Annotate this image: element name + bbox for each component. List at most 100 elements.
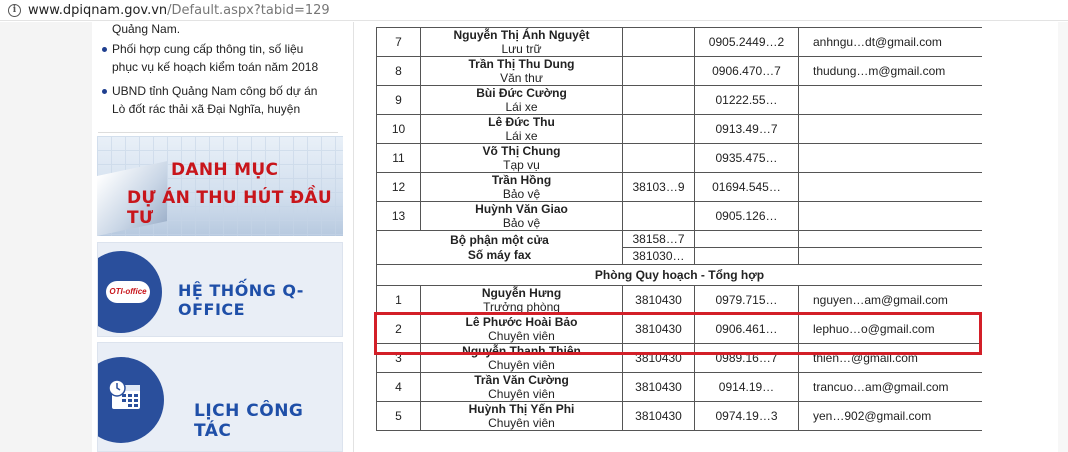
person-name: Lê Đức Thu [488, 115, 555, 130]
news-item[interactable]: Phối hợp cung cấp thông tin, số liệu phụ… [100, 40, 332, 76]
info-icon[interactable]: i [8, 3, 21, 17]
office-phone [622, 85, 695, 115]
address-bar[interactable]: i www.dpiqnam.gov.vn/Default.aspx?tabid=… [0, 0, 1068, 21]
news-list: Quảng Nam. Phối hợp cung cấp thông tin, … [92, 22, 354, 133]
person-position: Lưu trữ [501, 42, 542, 56]
office-phone: 3810430 [622, 372, 695, 402]
person-name: Nguyễn Thanh Thiên [462, 344, 581, 359]
row-number: 8 [376, 56, 421, 86]
person-cell: Lê Đức Thu Lái xe [420, 114, 623, 144]
calendar-clock-icon [108, 379, 140, 409]
row-number: 1 [376, 285, 421, 315]
person-position: Văn thư [500, 71, 543, 85]
person-name: Trần Hồng [491, 173, 552, 188]
person-name: Nguyễn Thị Ánh Nguyệt [453, 28, 590, 43]
person-position: Chuyên viên [488, 416, 555, 430]
mobile-phone: 0979.715… [694, 285, 799, 315]
banner-title-line1: DANH MỤC [171, 160, 279, 180]
phone-cell: 38158…7 [622, 230, 695, 248]
table-row: 8 Trần Thị Thu Dung Văn thư 0906.470…7 thudu… [376, 56, 982, 86]
person-cell: Bùi Đức Cường Lái xe [420, 85, 623, 115]
email-address[interactable] [798, 172, 982, 202]
news-item[interactable]: UBND tỉnh Quảng Nam công bố dự án Lò đốt… [100, 82, 332, 118]
mobile-phone: 0989.16…7 [694, 343, 799, 373]
table-row: 4 Trần Văn Cường Chuyên viên 3810430 0914.19… [376, 372, 982, 402]
person-position: Trưởng phòng [483, 300, 560, 314]
person-name: Bùi Đức Cường [476, 86, 567, 101]
person-cell: Nguyễn Thanh Thiên Chuyên viên [420, 343, 623, 373]
person-cell: Trần Hồng Bảo vệ [420, 172, 623, 202]
person-name: Võ Thị Chung [482, 144, 561, 159]
row-number: 2 [376, 314, 421, 344]
email-address[interactable]: trancuo…am@gmail.com [798, 372, 982, 402]
row-number: 13 [376, 201, 421, 231]
department-name: Bộ phận một cửa [450, 232, 549, 247]
person-position: Chuyên viên [488, 358, 555, 372]
person-name: Nguyễn Hưng [481, 286, 562, 301]
email-address[interactable]: nguyen…am@gmail.com [798, 285, 982, 315]
table-row: 12 Trần Hồng Bảo vệ 38103…9 01694.545… [376, 172, 982, 202]
person-name: Huỳnh Thị Yến Phi [468, 402, 575, 417]
section-title: Phòng Quy hoạch - Tổng hợp [376, 264, 982, 286]
person-name: Trần Thị Thu Dung [468, 57, 575, 72]
email-address[interactable] [798, 143, 982, 173]
person-position: Chuyên viên [488, 387, 555, 401]
email-address[interactable] [798, 114, 982, 144]
mobile-phone: 0914.19… [694, 372, 799, 402]
table-row: 9 Bùi Đức Cường Lái xe 01222.55… [376, 85, 982, 115]
table-row: 2 Lê Phước Hoài Bảo Chuyên viên 3810430 0906… [376, 314, 982, 344]
person-cell: Trần Thị Thu Dung Văn thư [420, 56, 623, 86]
row-number: 9 [376, 85, 421, 115]
one-stop-department-cell: Bộ phận một cửa Số máy fax [376, 230, 623, 265]
row-number: 12 [376, 172, 421, 202]
email-address[interactable]: yen…902@gmail.com [798, 401, 982, 431]
table-row: 11 Võ Thị Chung Tạp vụ 0935.475… [376, 143, 982, 173]
email-address[interactable]: thien…@gmail.com [798, 343, 982, 373]
person-position: Bảo vệ [502, 187, 541, 201]
banner-investment-projects[interactable]: DANH MỤC DỰ ÁN THU HÚT ĐẦU TƯ [97, 136, 343, 236]
office-phone [622, 201, 695, 231]
row-number: 5 [376, 401, 421, 431]
table-row: 7 Nguyễn Thị Ánh Nguyệt Lưu trữ 0905.2449…2… [376, 27, 982, 57]
mobile-phone: 0906.461… [694, 314, 799, 344]
mobile-phone: 0905.126… [694, 201, 799, 231]
office-phone: 3810430 [622, 343, 695, 373]
person-position: Chuyên viên [488, 329, 555, 343]
table-row: 1 Nguyễn Hưng Trưởng phòng 3810430 0979.715…… [376, 285, 982, 315]
person-cell: Huỳnh Thị Yến Phi Chuyên viên [420, 401, 623, 431]
row-number: 11 [376, 143, 421, 173]
mobile-phone: 0906.470…7 [694, 56, 799, 86]
person-name: Lê Phước Hoài Bảo [465, 315, 578, 330]
person-cell: Võ Thị Chung Tạp vụ [420, 143, 623, 173]
email-address[interactable] [798, 85, 982, 115]
q-office-logo: OTI-office [106, 281, 150, 303]
email-cell [798, 230, 982, 248]
person-name: Trần Văn Cường [474, 373, 569, 388]
email-address[interactable]: lephuo…o@gmail.com [798, 314, 982, 344]
person-cell: Lê Phước Hoài Bảo Chuyên viên [420, 314, 623, 344]
email-address[interactable]: thudung…m@gmail.com [798, 56, 982, 86]
office-phone: 3810430 [622, 285, 695, 315]
person-cell: Nguyễn Hưng Trưởng phòng [420, 285, 623, 315]
email-cell [798, 247, 982, 265]
page-right-edge [1058, 22, 1068, 452]
office-phone [622, 27, 695, 57]
email-address[interactable]: anhngu…dt@gmail.com [798, 27, 982, 57]
table-row: Bộ phận một cửa Số máy fax 38158…7 [376, 230, 982, 265]
mobile-phone: 0905.2449…2 [694, 27, 799, 57]
banner-title-line2: DỰ ÁN THU HÚT ĐẦU TƯ [127, 188, 332, 228]
email-address[interactable] [798, 201, 982, 231]
news-fragment: Quảng Nam. [112, 22, 181, 36]
person-position: Lái xe [505, 129, 538, 143]
banner-work-schedule[interactable]: LỊCH CÔNG TÁC [97, 342, 343, 452]
row-number: 7 [376, 27, 421, 57]
banner-title: HỆ THỐNG Q-OFFICE [178, 281, 304, 319]
office-phone: 3810430 [622, 314, 695, 344]
sidebar: Quảng Nam. Phối hợp cung cấp thông tin, … [92, 22, 354, 452]
banner-q-office[interactable]: OTI-office HỆ THỐNG Q-OFFICE [97, 242, 343, 337]
mobile-phone: 0913.49…7 [694, 114, 799, 144]
url-text[interactable]: www.dpiqnam.gov.vn/Default.aspx?tabid=12… [28, 3, 330, 18]
table-row: 10 Lê Đức Thu Lái xe 0913.49…7 [376, 114, 982, 144]
table-row: 5 Huỳnh Thị Yến Phi Chuyên viên 3810430 0974… [376, 401, 982, 431]
mobile-phone: 0974.19…3 [694, 401, 799, 431]
